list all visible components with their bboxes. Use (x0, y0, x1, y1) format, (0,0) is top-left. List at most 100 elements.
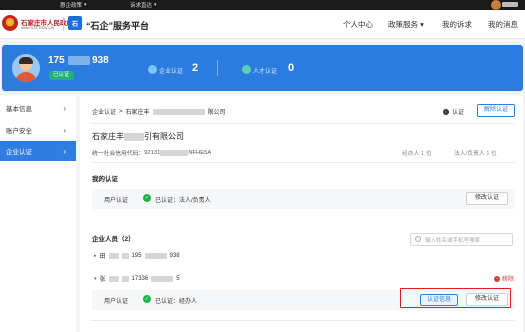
topbar-appeal-menu[interactable]: 诉求直达 ▾ (130, 1, 157, 9)
profile-avatar (12, 54, 40, 82)
unbind-cert-button[interactable]: 解除认证 (477, 104, 516, 117)
gov-url: www.SJZ.GOV.CN (21, 25, 55, 30)
enterprise-cert-label: 企业认证 (159, 69, 184, 75)
my-auth-row: 用户认证 ✓ 已认证：法人/负责人 修改认证 (92, 189, 515, 209)
breadcrumb-root[interactable]: 企业认证 (92, 107, 116, 116)
company-name-prefix: 石家庄丰 (92, 132, 124, 141)
platform-logo-icon[interactable]: 石 (68, 16, 82, 30)
staff-phone-prefix: 195 (131, 252, 142, 259)
staff-phone-suffix: 938 (169, 252, 180, 259)
sidebar-item-label: 基本信息 (6, 106, 32, 113)
stat-divider (217, 60, 218, 76)
breadcrumb-company-suffix: 限公司 (207, 110, 226, 116)
check-circle-icon: ✓ (143, 194, 151, 202)
remove-label: 移除 (502, 277, 515, 283)
my-auth-status: 已认证：法人/负责人 (155, 198, 211, 204)
cert-status-label: 认证 (452, 110, 465, 116)
phone-mask (68, 56, 90, 65)
main-panel: 企业认证 > 石家庄丰 限公司 i 认证 解除认证 石家庄丰 引有限公司 统一社… (80, 96, 523, 332)
user-name-masked[interactable] (502, 2, 518, 7)
sidebar-item-label: 账户安全 (6, 128, 32, 135)
divider (90, 123, 515, 124)
nav-my-messages[interactable]: 我的消息 (488, 19, 518, 30)
talent-cert-label: 人才认证 (253, 69, 278, 75)
sidebar: 基本信息 › 账户安全 › 企业认证 › (0, 96, 76, 332)
chevron-down-icon: ▾ (84, 2, 87, 8)
search-icon (415, 236, 421, 242)
legal-count: 法人/负责人 1 位 (454, 151, 497, 157)
info-icon: i (443, 108, 449, 115)
edit-my-auth-button[interactable]: 修改认证 (466, 192, 509, 205)
staff-row[interactable]: ▾ 张 17336 5 (94, 274, 180, 283)
my-auth-title: 我的认证 (92, 176, 118, 183)
divider (90, 162, 515, 163)
nav-policy-services[interactable]: 政策服务 ▾ (388, 19, 424, 30)
caret-right-icon: ▸ (94, 252, 97, 259)
remove-icon: − (494, 275, 500, 282)
talent-cert-count: 0 (288, 62, 295, 74)
breadcrumb-company-prefix: 石家庄丰 (125, 110, 150, 116)
sidebar-item-account-security[interactable]: 账户安全 › (0, 120, 76, 140)
chevron-down-icon: ▾ (154, 2, 157, 8)
chevron-right-icon: › (63, 125, 66, 135)
sidebar-item-label: 企业认证 (6, 149, 32, 156)
profile-phone-suffix: 938 (92, 55, 109, 66)
nav-my-appeals[interactable]: 我的诉求 (442, 19, 472, 30)
phone-mask (151, 275, 174, 282)
user-avatar-icon[interactable] (491, 0, 501, 10)
my-auth-label: 用户认证 (104, 198, 129, 204)
topbar-policy-label: 惠企政策 (60, 3, 83, 9)
phone-icon (121, 252, 129, 259)
name-mask (108, 275, 119, 282)
chevron-right-icon: › (63, 103, 66, 113)
highlight-box (400, 288, 511, 308)
operator-count: 经办人 1 位 (402, 151, 432, 157)
name-mask (108, 252, 119, 259)
staff-name-prefix: 田 (99, 254, 106, 260)
sidebar-item-enterprise-cert[interactable]: 企业认证 › (0, 141, 76, 161)
phone-mask (144, 252, 167, 259)
topbar-appeal-label: 诉求直达 (130, 3, 153, 9)
company-name: 石家庄丰 引有限公司 (92, 131, 184, 142)
name-mask (124, 132, 144, 141)
name-mask (152, 108, 205, 115)
check-circle-icon: ✓ (143, 295, 151, 303)
credit-code: 统一社会信用代码： 92131 NFHE5A (92, 148, 211, 157)
phone-icon (121, 275, 129, 282)
breadcrumb: 企业认证 > 石家庄丰 限公司 (92, 107, 226, 116)
search-placeholder: 输入姓名或手机号搜索 (425, 238, 481, 244)
platform-title[interactable]: “石企”服务平台 (86, 19, 149, 32)
enterprise-cert-icon (148, 65, 157, 74)
caret-down-icon: ▾ (94, 275, 97, 282)
code-mask (160, 149, 189, 156)
staff-phone-suffix: 5 (176, 275, 180, 282)
sidebar-item-basic-info[interactable]: 基本信息 › (0, 98, 76, 118)
staff-row[interactable]: ▸ 田 195 938 (94, 251, 180, 260)
verified-badge: 已认证 (49, 71, 74, 80)
talent-cert-icon (242, 65, 251, 74)
credit-code-suffix: NFHE5A (188, 149, 212, 156)
divider (90, 320, 515, 321)
gov-emblem-icon (2, 15, 18, 31)
top-utility-bar: 惠企政策 ▾ 诉求直达 ▾ (0, 0, 525, 10)
nav-personal-center[interactable]: 个人中心 (343, 19, 373, 30)
site-header: 石家庄市人民政府 www.SJZ.GOV.CN 石 “石企”服务平台 个人中心 … (0, 10, 525, 39)
staff-title: 企业人员（2） (92, 236, 135, 243)
staff-auth-status: 已认证：经办人 (155, 299, 198, 305)
staff-name-prefix: 张 (99, 277, 106, 283)
breadcrumb-separator: > (119, 108, 123, 115)
enterprise-cert-count: 2 (192, 62, 199, 74)
cert-status: i 认证 (443, 107, 464, 116)
staff-auth-label: 用户认证 (104, 299, 129, 305)
credit-code-label: 统一社会信用代码： (92, 151, 145, 157)
staff-search-input[interactable]: 输入姓名或手机号搜索 (410, 233, 513, 246)
profile-phone-prefix: 175 (48, 55, 65, 66)
header-divider (63, 17, 64, 31)
profile-banner: 175 938 已认证 企业认证 2 人才认证 0 (2, 45, 523, 91)
topbar-policy-menu[interactable]: 惠企政策 ▾ (60, 1, 87, 9)
credit-code-prefix: 92131 (144, 149, 161, 156)
chevron-right-icon: › (63, 146, 66, 156)
remove-staff-button[interactable]: − 移除 (494, 274, 514, 283)
company-name-suffix: 引有限公司 (144, 132, 184, 141)
staff-phone-prefix: 17336 (131, 275, 149, 282)
